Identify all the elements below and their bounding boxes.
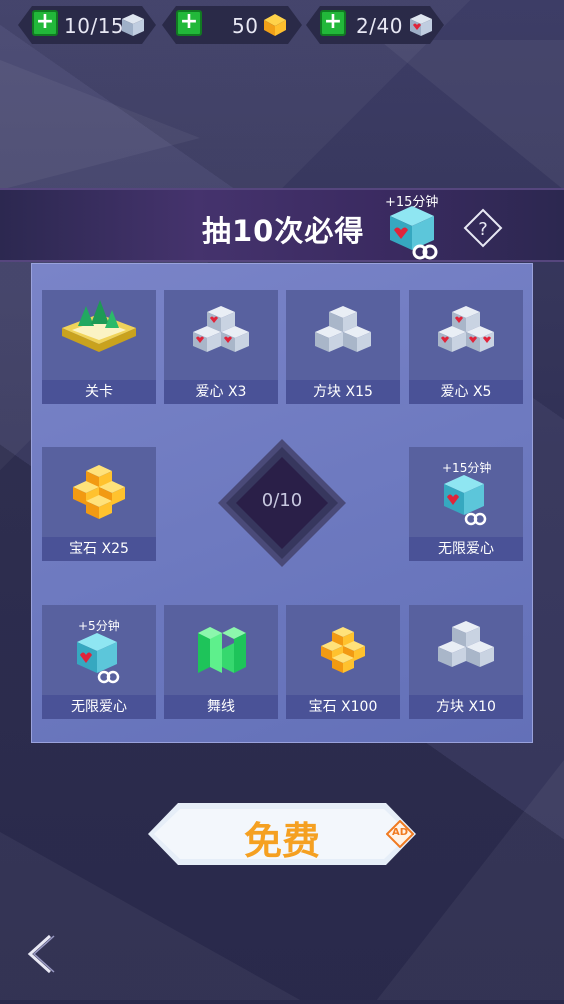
cubes-count: 10/15 <box>64 14 125 38</box>
gems-icon <box>73 465 125 519</box>
draw-counter-text: 0/10 <box>261 490 303 511</box>
reward-cell-cubes-10: 方块 X10 <box>409 605 523 719</box>
reward-cell-hearts-5: 爱心 X5 <box>409 290 523 404</box>
add-cubes-button[interactable]: + <box>32 10 58 36</box>
cell-label: 无限爱心 <box>42 695 156 719</box>
question-mark-icon[interactable]: ? <box>463 208 503 248</box>
heart-cubes-icon <box>438 306 494 352</box>
cell-label: 方块 X15 <box>286 380 400 404</box>
ad-badge-text: AD <box>391 827 409 838</box>
banner-prize-tag: +15分钟 <box>385 195 439 210</box>
gem-icon <box>264 14 286 36</box>
add-hearts-button[interactable]: + <box>320 10 346 36</box>
cell-label: 舞线 <box>164 695 278 719</box>
reward-cell-line: 舞线 <box>164 605 278 719</box>
gems-icon <box>321 627 365 673</box>
cell-tag: +5分钟 <box>78 619 120 633</box>
add-gems-button[interactable]: + <box>176 10 202 36</box>
cell-tag: +15分钟 <box>442 461 492 475</box>
reward-cell-gems-25: 宝石 X25 <box>42 447 156 561</box>
cell-label: 关卡 <box>42 380 156 404</box>
svg-text:?: ? <box>478 219 488 240</box>
cubes-icon <box>438 621 494 667</box>
cube-icon <box>122 14 144 36</box>
cubes-icon <box>315 306 371 352</box>
cell-label: 方块 X10 <box>409 695 523 719</box>
cell-label: 无限爱心 <box>409 537 523 561</box>
gems-count: 50 <box>232 14 259 38</box>
banner-title: 抽10次必得 <box>202 214 365 248</box>
reward-cell-infinite-hearts-15: +15分钟 无限爱心 <box>409 447 523 561</box>
cell-label: 宝石 X100 <box>286 695 400 719</box>
heart-cubes-icon <box>193 306 249 352</box>
free-draw-label[interactable]: 免费 <box>148 810 416 865</box>
hearts-count: 2/40 <box>356 14 403 38</box>
reward-cell-gems-100: 宝石 X100 <box>286 605 400 719</box>
reward-cell-infinite-hearts-5: +5分钟 无限爱心 <box>42 605 156 719</box>
cell-label: 宝石 X25 <box>42 537 156 561</box>
back-arrow-icon[interactable] <box>22 932 58 976</box>
line-icon <box>198 627 246 673</box>
reward-cell-hearts-3: 爱心 X3 <box>164 290 278 404</box>
level-icon <box>62 300 136 352</box>
cell-label: 爱心 X3 <box>164 380 278 404</box>
reward-cell-level: 关卡 <box>42 290 156 404</box>
reward-cell-cubes-15: 方块 X15 <box>286 290 400 404</box>
heart-cube-icon <box>410 14 432 36</box>
cell-label: 爱心 X5 <box>409 380 523 404</box>
